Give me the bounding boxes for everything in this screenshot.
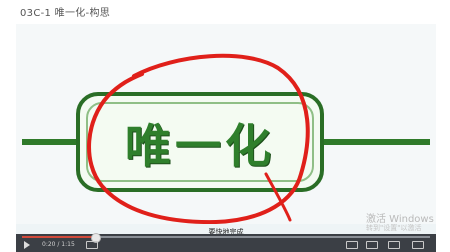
progress-bar[interactable]: [22, 233, 430, 243]
video-player[interactable]: 唯一化 激活 Windows 转到"设置"以激活 Windows。 要快地完成 …: [16, 24, 436, 252]
time-display: 0:20 / 1:15: [42, 241, 75, 248]
settings-icon[interactable]: [366, 241, 378, 249]
widescreen-icon[interactable]: [388, 241, 400, 249]
fullscreen-icon[interactable]: [412, 241, 424, 249]
volume-icon[interactable]: [86, 241, 98, 249]
play-icon[interactable]: [24, 241, 30, 249]
player-controls: 0:20 / 1:15: [16, 233, 436, 252]
progress-fill: [22, 236, 96, 238]
video-frame[interactable]: 唯一化 激活 Windows 转到"设置"以激活 Windows。: [16, 24, 436, 242]
subtitle-icon[interactable]: [346, 241, 358, 249]
red-circle-annotation: [87, 53, 310, 224]
lesson-title: 03C-1 唯一化-构思: [20, 8, 111, 19]
